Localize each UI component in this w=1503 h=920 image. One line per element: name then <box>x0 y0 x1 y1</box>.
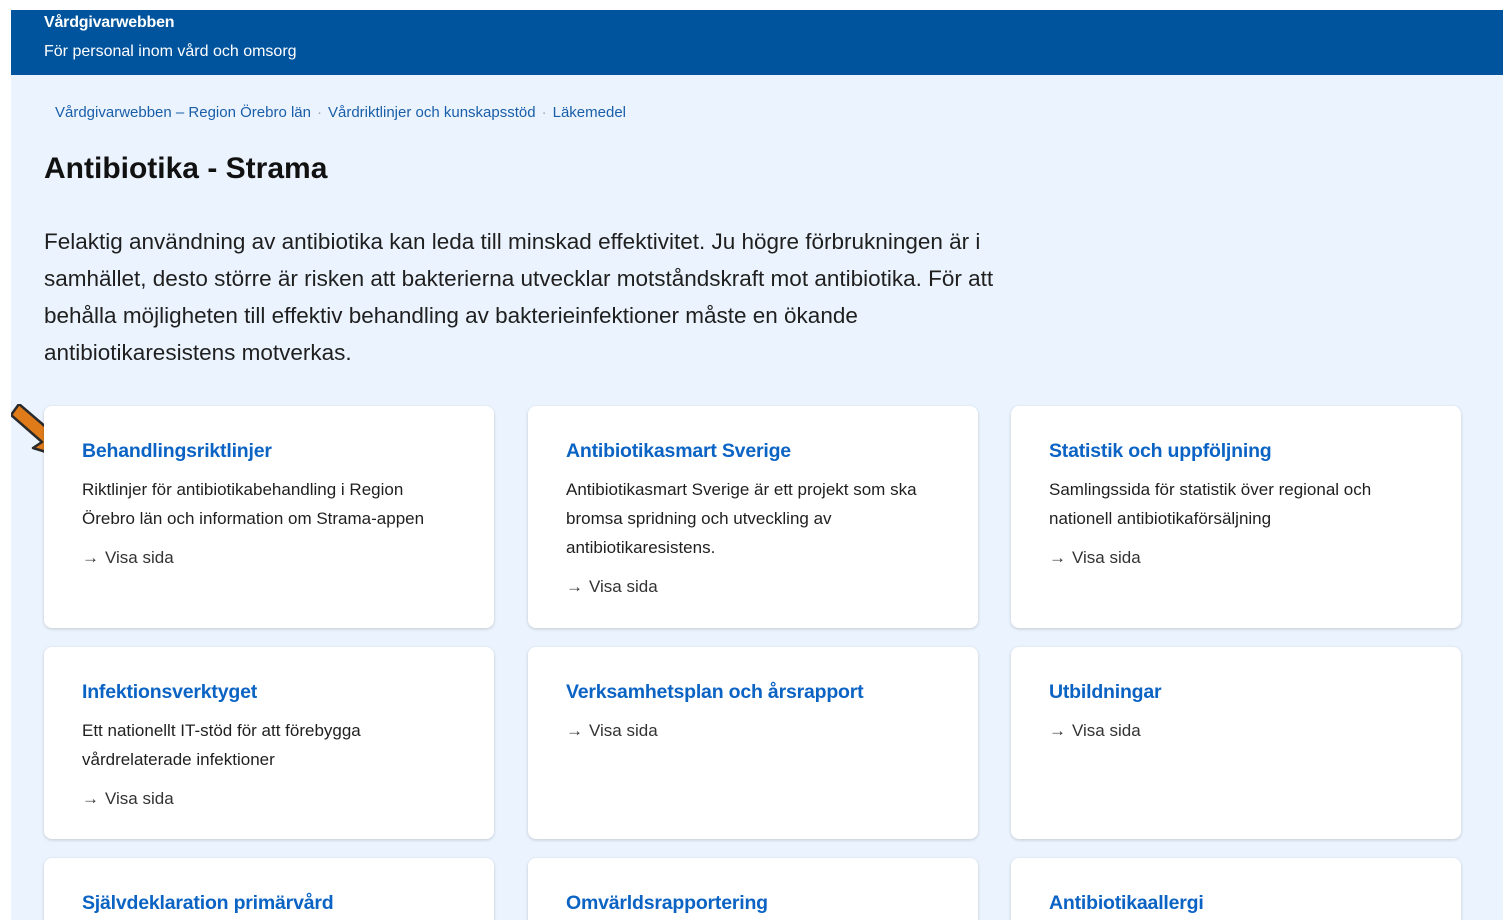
view-page-link[interactable]: → Visa sida <box>566 572 940 601</box>
page-title: Antibiotika - Strama <box>44 152 328 185</box>
card-infektionsverktyget[interactable]: Infektionsverktyget Ett nationellt IT-st… <box>44 647 494 839</box>
site-subtitle: För personal inom vård och omsorg <box>44 43 297 60</box>
card-title[interactable]: Verksamhetsplan och årsrapport <box>566 681 940 704</box>
site-header: Vårdgivarwebben För personal inom vård o… <box>11 10 1503 75</box>
view-page-label: Visa sida <box>589 721 658 740</box>
card-title[interactable]: Omvärldsrapportering <box>566 892 940 915</box>
view-page-link[interactable]: → Visa sida <box>1049 543 1423 572</box>
view-page-label: Visa sida <box>105 789 174 808</box>
arrow-right-icon: → <box>566 577 583 596</box>
card-description: Riktlinjer för antibiotikabehandling i R… <box>82 480 425 528</box>
card-title[interactable]: Antibiotikasmart Sverige <box>566 440 940 463</box>
card-description: Ett nationellt IT-stöd för att förebygga… <box>82 721 361 769</box>
view-page-link[interactable]: → Visa sida <box>82 543 456 572</box>
breadcrumb-separator: · <box>541 104 547 121</box>
breadcrumb: Vårdgivarwebben – Region Örebro län · Vård… <box>55 104 626 121</box>
card-description: Samlingssida för statistik över regional… <box>1049 480 1372 528</box>
view-page-link[interactable]: → Visa sida <box>82 784 456 813</box>
intro-text: Felaktig användning av antibiotika kan l… <box>44 229 994 365</box>
view-page-label: Visa sida <box>105 548 174 567</box>
breadcrumb-link-medicines[interactable]: Läkemedel <box>553 104 626 121</box>
card-antibiotikasmart-sverige[interactable]: Antibiotikasmart Sverige Antibiotikasmar… <box>528 406 978 628</box>
site-title[interactable]: Vårdgivarwebben <box>44 14 175 32</box>
view-page-link[interactable]: → Visa sida <box>566 716 940 745</box>
breadcrumb-link-guidelines[interactable]: Vårdriktlinjer och kunskapsstöd <box>328 104 536 121</box>
arrow-right-icon: → <box>82 548 99 567</box>
view-page-label: Visa sida <box>1072 721 1141 740</box>
view-page-label: Visa sida <box>1072 548 1141 567</box>
card-sjalvdeklaration-primarvard[interactable]: Självdeklaration primärvård <box>44 858 494 920</box>
arrow-right-icon: → <box>1049 548 1066 567</box>
card-title[interactable]: Antibiotikaallergi <box>1049 892 1423 915</box>
view-page-label: Visa sida <box>589 577 658 596</box>
arrow-right-icon: → <box>1049 721 1066 740</box>
card-title[interactable]: Infektionsverktyget <box>82 681 456 704</box>
page: Vårdgivarwebben För personal inom vård o… <box>11 10 1503 920</box>
card-statistik-och-uppfoljning[interactable]: Statistik och uppföljning Samlingssida f… <box>1011 406 1461 628</box>
card-utbildningar[interactable]: Utbildningar → Visa sida <box>1011 647 1461 839</box>
card-title[interactable]: Behandlingsriktlinjer <box>82 440 456 463</box>
view-page-link[interactable]: → Visa sida <box>1049 716 1423 745</box>
card-title[interactable]: Utbildningar <box>1049 681 1423 704</box>
arrow-right-icon: → <box>566 721 583 740</box>
card-behandlingsriktlinjer[interactable]: Behandlingsriktlinjer Riktlinjer för ant… <box>44 406 494 628</box>
arrow-right-icon: → <box>82 789 99 808</box>
card-verksamhetsplan-och-arsrapport[interactable]: Verksamhetsplan och årsrapport → Visa sid… <box>528 647 978 839</box>
card-title[interactable]: Självdeklaration primärvård <box>82 892 456 915</box>
card-omvarldsrapportering[interactable]: Omvärldsrapportering <box>528 858 978 920</box>
breadcrumb-link-home[interactable]: Vårdgivarwebben – Region Örebro län <box>55 104 311 121</box>
card-antibiotikaallergi[interactable]: Antibiotikaallergi <box>1011 858 1461 920</box>
card-description: Antibiotikasmart Sverige är ett projekt … <box>566 480 917 557</box>
breadcrumb-separator: · <box>317 104 322 121</box>
card-title[interactable]: Statistik och uppföljning <box>1049 440 1423 463</box>
